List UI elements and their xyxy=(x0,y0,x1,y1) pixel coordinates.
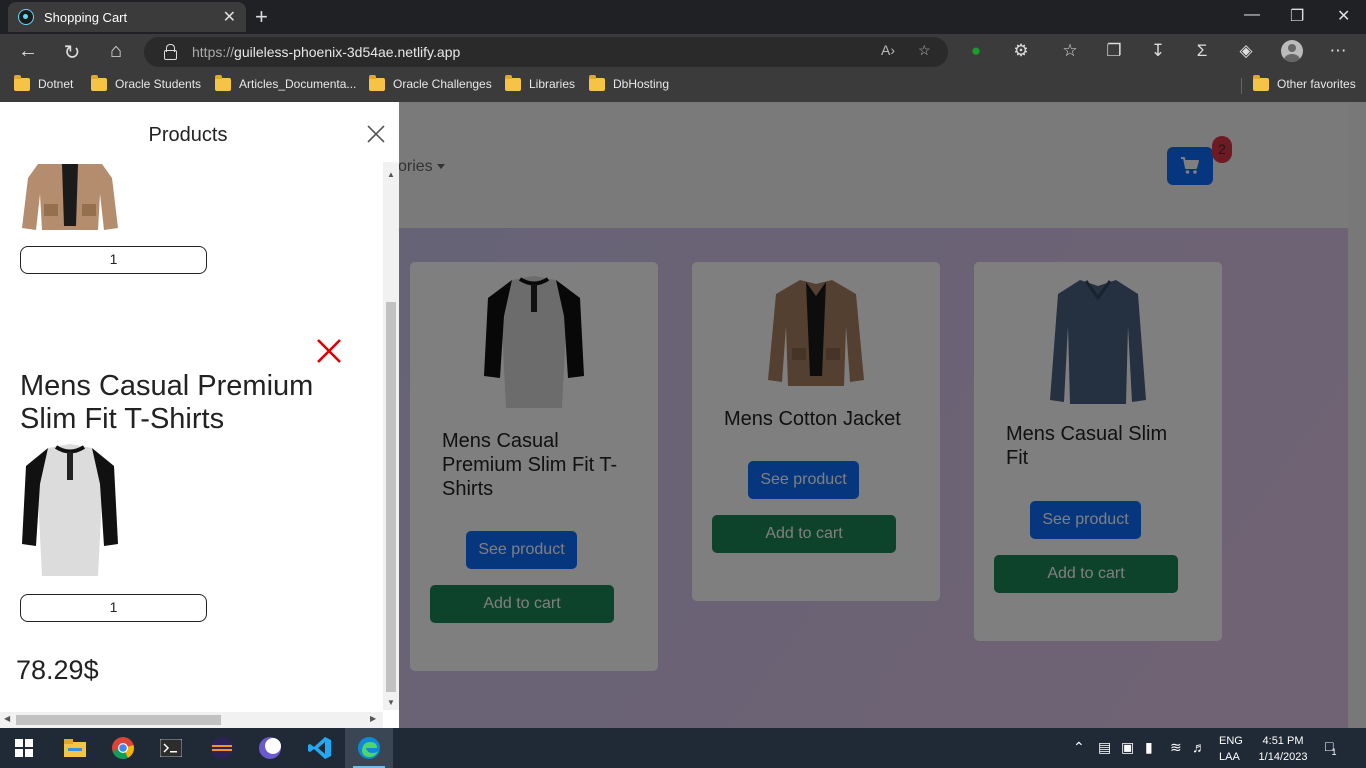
react-favicon-icon xyxy=(18,9,34,25)
downloads-icon[interactable]: ↧ xyxy=(1146,41,1170,61)
browser-essentials-icon[interactable]: ◈ xyxy=(1234,41,1258,61)
drawer-horizontal-scrollbar[interactable]: ◀ ▶ xyxy=(0,712,383,728)
url-host: guileless-phoenix-3d54ae.netlify.app xyxy=(234,44,461,60)
scrollbar-thumb[interactable] xyxy=(386,302,396,692)
bookmark-libraries[interactable]: Libraries xyxy=(505,74,576,91)
bookmark-label: DbHosting xyxy=(613,77,670,91)
drawer-vertical-scrollbar[interactable]: ▲ ▼ xyxy=(383,162,399,710)
show-hidden-icons-icon[interactable]: ⌃ xyxy=(1073,739,1085,756)
url-scheme: https:// xyxy=(192,44,235,60)
address-input[interactable]: https://guileless-phoenix-3d54ae.netlify… xyxy=(144,37,948,67)
notifications-icon[interactable]: □1 xyxy=(1325,738,1338,757)
bookmark-oracle-students[interactable]: Oracle Students xyxy=(91,74,202,91)
vscode-icon[interactable] xyxy=(296,728,344,768)
notification-count: 1 xyxy=(1331,747,1337,757)
clock-time: 4:51 PM xyxy=(1262,735,1304,747)
folder-icon xyxy=(91,74,107,91)
input-language[interactable]: ENG LAA xyxy=(1219,733,1243,765)
wifi-icon[interactable]: ≋ xyxy=(1170,739,1182,756)
cart-item-tshirt-image xyxy=(22,444,118,576)
lock-icon xyxy=(164,44,177,60)
folder-icon xyxy=(505,74,521,91)
chrome-icon[interactable] xyxy=(99,728,147,768)
file-explorer-icon[interactable] xyxy=(51,728,99,768)
collections-icon[interactable]: ❐ xyxy=(1102,41,1126,61)
new-tab-icon[interactable]: + xyxy=(255,4,268,30)
tab-close-icon[interactable]: ✕ xyxy=(223,7,236,27)
bookmark-dotnet[interactable]: Dotnet xyxy=(14,74,74,91)
quantity-field[interactable]: 1 xyxy=(20,594,207,622)
close-icon[interactable] xyxy=(366,124,386,144)
extensions-icon[interactable]: ⚙ xyxy=(1009,41,1033,61)
bookmark-label: Oracle Students xyxy=(115,77,202,91)
folder-icon xyxy=(1253,74,1269,91)
windows-taskbar: ⌃ ▤ ▣ ▮ ≋ ♬ ENG LAA 4:51 PM 1/14/2023 □1 xyxy=(0,728,1366,768)
windows-logo-icon xyxy=(15,739,33,757)
terminal-icon[interactable] xyxy=(147,728,195,768)
browser-toolbar: ← ↻ ⌂ https://guileless-phoenix-3d54ae.n… xyxy=(0,34,1366,70)
browser-tab[interactable]: Shopping Cart ✕ xyxy=(8,2,246,32)
add-favorite-icon[interactable]: ☆ xyxy=(918,42,931,59)
math-solver-icon[interactable]: Σ xyxy=(1190,41,1214,61)
bookmark-label: Libraries xyxy=(529,77,576,91)
eclipse-icon[interactable] xyxy=(198,728,246,768)
scrollbar-thumb[interactable] xyxy=(16,715,221,725)
home-icon[interactable]: ⌂ xyxy=(104,40,128,63)
volume-icon[interactable]: ♬ xyxy=(1192,739,1206,755)
bookmark-dbhosting[interactable]: DbHosting xyxy=(589,74,670,91)
bookmark-label: Articles_Documenta... xyxy=(239,77,357,91)
language-code: ENG xyxy=(1219,735,1243,747)
clock-date: 1/14/2023 xyxy=(1258,751,1308,763)
bookmarks-bar: Dotnet Oracle Students Articles_Document… xyxy=(0,70,1366,102)
folder-icon xyxy=(369,74,385,91)
reload-icon[interactable]: ↻ xyxy=(60,40,84,65)
offcanvas-title: Products xyxy=(148,124,228,146)
page-viewport: ories 2 Mens Casual Premium Slim Fit xyxy=(0,102,1366,728)
cart-offcanvas: Products 1 Mens Casual Premium Slim Fit … xyxy=(0,102,399,728)
read-aloud-icon[interactable]: A› xyxy=(881,42,895,58)
scroll-right-arrow-icon[interactable]: ▶ xyxy=(370,714,376,723)
browser-titlebar: Shopping Cart ✕ + — ❐ ✕ xyxy=(0,0,1366,34)
scroll-down-arrow-icon[interactable]: ▼ xyxy=(387,698,395,707)
scroll-up-arrow-icon[interactable]: ▲ xyxy=(387,170,395,179)
scroll-left-arrow-icon[interactable]: ◀ xyxy=(4,714,10,723)
extension-icon[interactable]: ● xyxy=(964,41,988,61)
folder-icon xyxy=(589,74,605,91)
bookmark-oracle-challenges[interactable]: Oracle Challenges xyxy=(369,74,492,91)
bookmark-articles[interactable]: Articles_Documenta... xyxy=(215,74,357,91)
device-icon[interactable]: ▤ xyxy=(1098,739,1111,756)
start-button[interactable] xyxy=(0,728,48,768)
bookmark-divider xyxy=(1241,78,1242,94)
edge-icon[interactable] xyxy=(345,728,393,768)
back-icon[interactable]: ← xyxy=(16,40,40,63)
window-close-icon[interactable]: ✕ xyxy=(1337,6,1350,26)
clock[interactable]: 4:51 PM 1/14/2023 xyxy=(1256,733,1310,765)
restore-icon[interactable]: ❐ xyxy=(1290,6,1304,26)
tab-title: Shopping Cart xyxy=(44,9,128,25)
bookmark-label: Oracle Challenges xyxy=(393,77,492,91)
bookmark-other-favorites[interactable]: Other favorites xyxy=(1253,74,1356,91)
folder-icon xyxy=(14,74,30,91)
security-icon[interactable]: ▣ xyxy=(1121,739,1134,756)
minimize-icon[interactable]: — xyxy=(1244,6,1260,24)
cart-item-title: Mens Casual Premium Slim Fit T-Shirts xyxy=(20,370,314,435)
quantity-field[interactable]: 1 xyxy=(20,246,207,274)
more-menu-icon[interactable]: ⋯ xyxy=(1326,41,1350,61)
battery-icon[interactable]: ▮ xyxy=(1145,739,1153,756)
cart-item-jacket-image xyxy=(22,164,118,230)
folder-icon xyxy=(215,74,231,91)
keyboard-layout: LAA xyxy=(1219,751,1240,763)
bookmark-label: Dotnet xyxy=(38,77,74,91)
bookmark-label: Other favorites xyxy=(1277,77,1356,91)
remove-item-icon[interactable] xyxy=(315,337,343,365)
favorites-icon[interactable]: ☆ xyxy=(1058,41,1082,61)
cart-total: 78.29$ xyxy=(16,655,99,685)
profile-avatar[interactable] xyxy=(1281,40,1303,62)
eclipse-ide-icon[interactable] xyxy=(246,728,294,768)
